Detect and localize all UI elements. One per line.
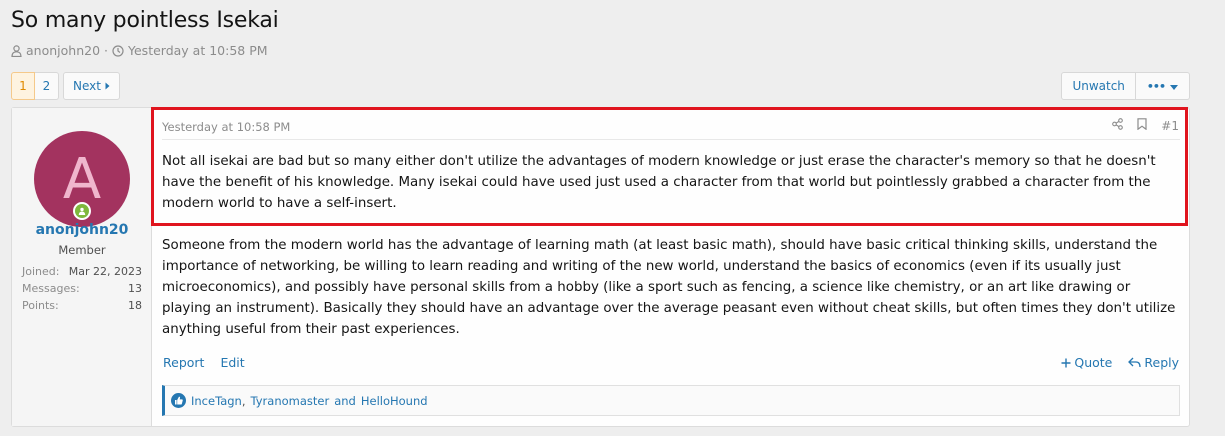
edit-link[interactable]: Edit — [220, 355, 244, 370]
reply-label: Reply — [1144, 355, 1179, 370]
caret-right-icon — [105, 79, 110, 93]
stat-points: Points: 18 — [22, 297, 142, 314]
page-title: So many pointless Isekai — [11, 8, 279, 33]
reply-icon — [1128, 357, 1142, 368]
chevron-down-icon — [1170, 79, 1178, 93]
page-number-group: 1 2 — [11, 72, 59, 100]
stat-label: Joined: — [22, 265, 60, 278]
stat-label: Points: — [22, 299, 59, 312]
highlight-box — [151, 107, 1188, 226]
clock-icon — [112, 44, 124, 57]
post-paragraph-2: Someone from the modern world has the ad… — [162, 238, 1176, 337]
next-page-button[interactable]: Next — [63, 72, 120, 100]
reaction-user-link[interactable]: HelloHound — [361, 394, 428, 408]
stat-label: Messages: — [22, 282, 80, 295]
plus-icon — [1061, 358, 1071, 368]
thread-toolbar: Unwatch ••• — [1061, 72, 1190, 100]
meta-separator: · — [104, 43, 109, 58]
online-indicator — [73, 202, 91, 220]
user-stats: Joined: Mar 22, 2023 Messages: 13 Points… — [22, 263, 142, 314]
reply-button[interactable]: Reply — [1128, 355, 1179, 370]
more-dots-icon: ••• — [1146, 79, 1166, 93]
unwatch-button[interactable]: Unwatch — [1061, 72, 1136, 100]
more-options-button[interactable]: ••• — [1135, 72, 1190, 100]
reactions-bar: InceTagn, Tyranomaster and HelloHound — [162, 385, 1180, 416]
stat-value: 13 — [128, 282, 142, 295]
next-page-label: Next — [73, 79, 101, 93]
reaction-user-link[interactable]: Tyranomaster — [251, 394, 330, 408]
stat-value: Mar 22, 2023 — [68, 265, 142, 278]
post-footer-left: Report Edit — [163, 355, 245, 370]
report-link[interactable]: Report — [163, 355, 204, 370]
thread-meta: anonjohn20 · Yesterday at 10:58 PM — [11, 43, 268, 58]
online-user-icon — [75, 204, 89, 218]
stat-value: 18 — [128, 299, 142, 312]
username[interactable]: anonjohn20 — [12, 222, 152, 238]
stat-joined: Joined: Mar 22, 2023 — [22, 263, 142, 280]
user-icon — [11, 44, 22, 57]
like-icon — [171, 393, 186, 408]
pagination: 1 2 Next — [11, 72, 120, 100]
stat-messages: Messages: 13 — [22, 280, 142, 297]
post-footer-right: Quote Reply — [1061, 355, 1179, 370]
quote-label: Quote — [1074, 355, 1113, 370]
thread-date[interactable]: Yesterday at 10:58 PM — [128, 43, 268, 58]
reaction-and: and — [334, 393, 356, 408]
page-1-button[interactable]: 1 — [11, 72, 35, 100]
user-title: Member — [58, 243, 106, 257]
reaction-separator: , — [241, 393, 246, 408]
quote-button[interactable]: Quote — [1061, 355, 1112, 370]
page-2-button[interactable]: 2 — [35, 72, 59, 100]
thread-author[interactable]: anonjohn20 — [26, 43, 100, 58]
user-sidebar: A anonjohn20 Member Joined: Mar 22, 2023… — [12, 108, 152, 426]
reaction-user-link[interactable]: InceTagn — [191, 394, 242, 408]
